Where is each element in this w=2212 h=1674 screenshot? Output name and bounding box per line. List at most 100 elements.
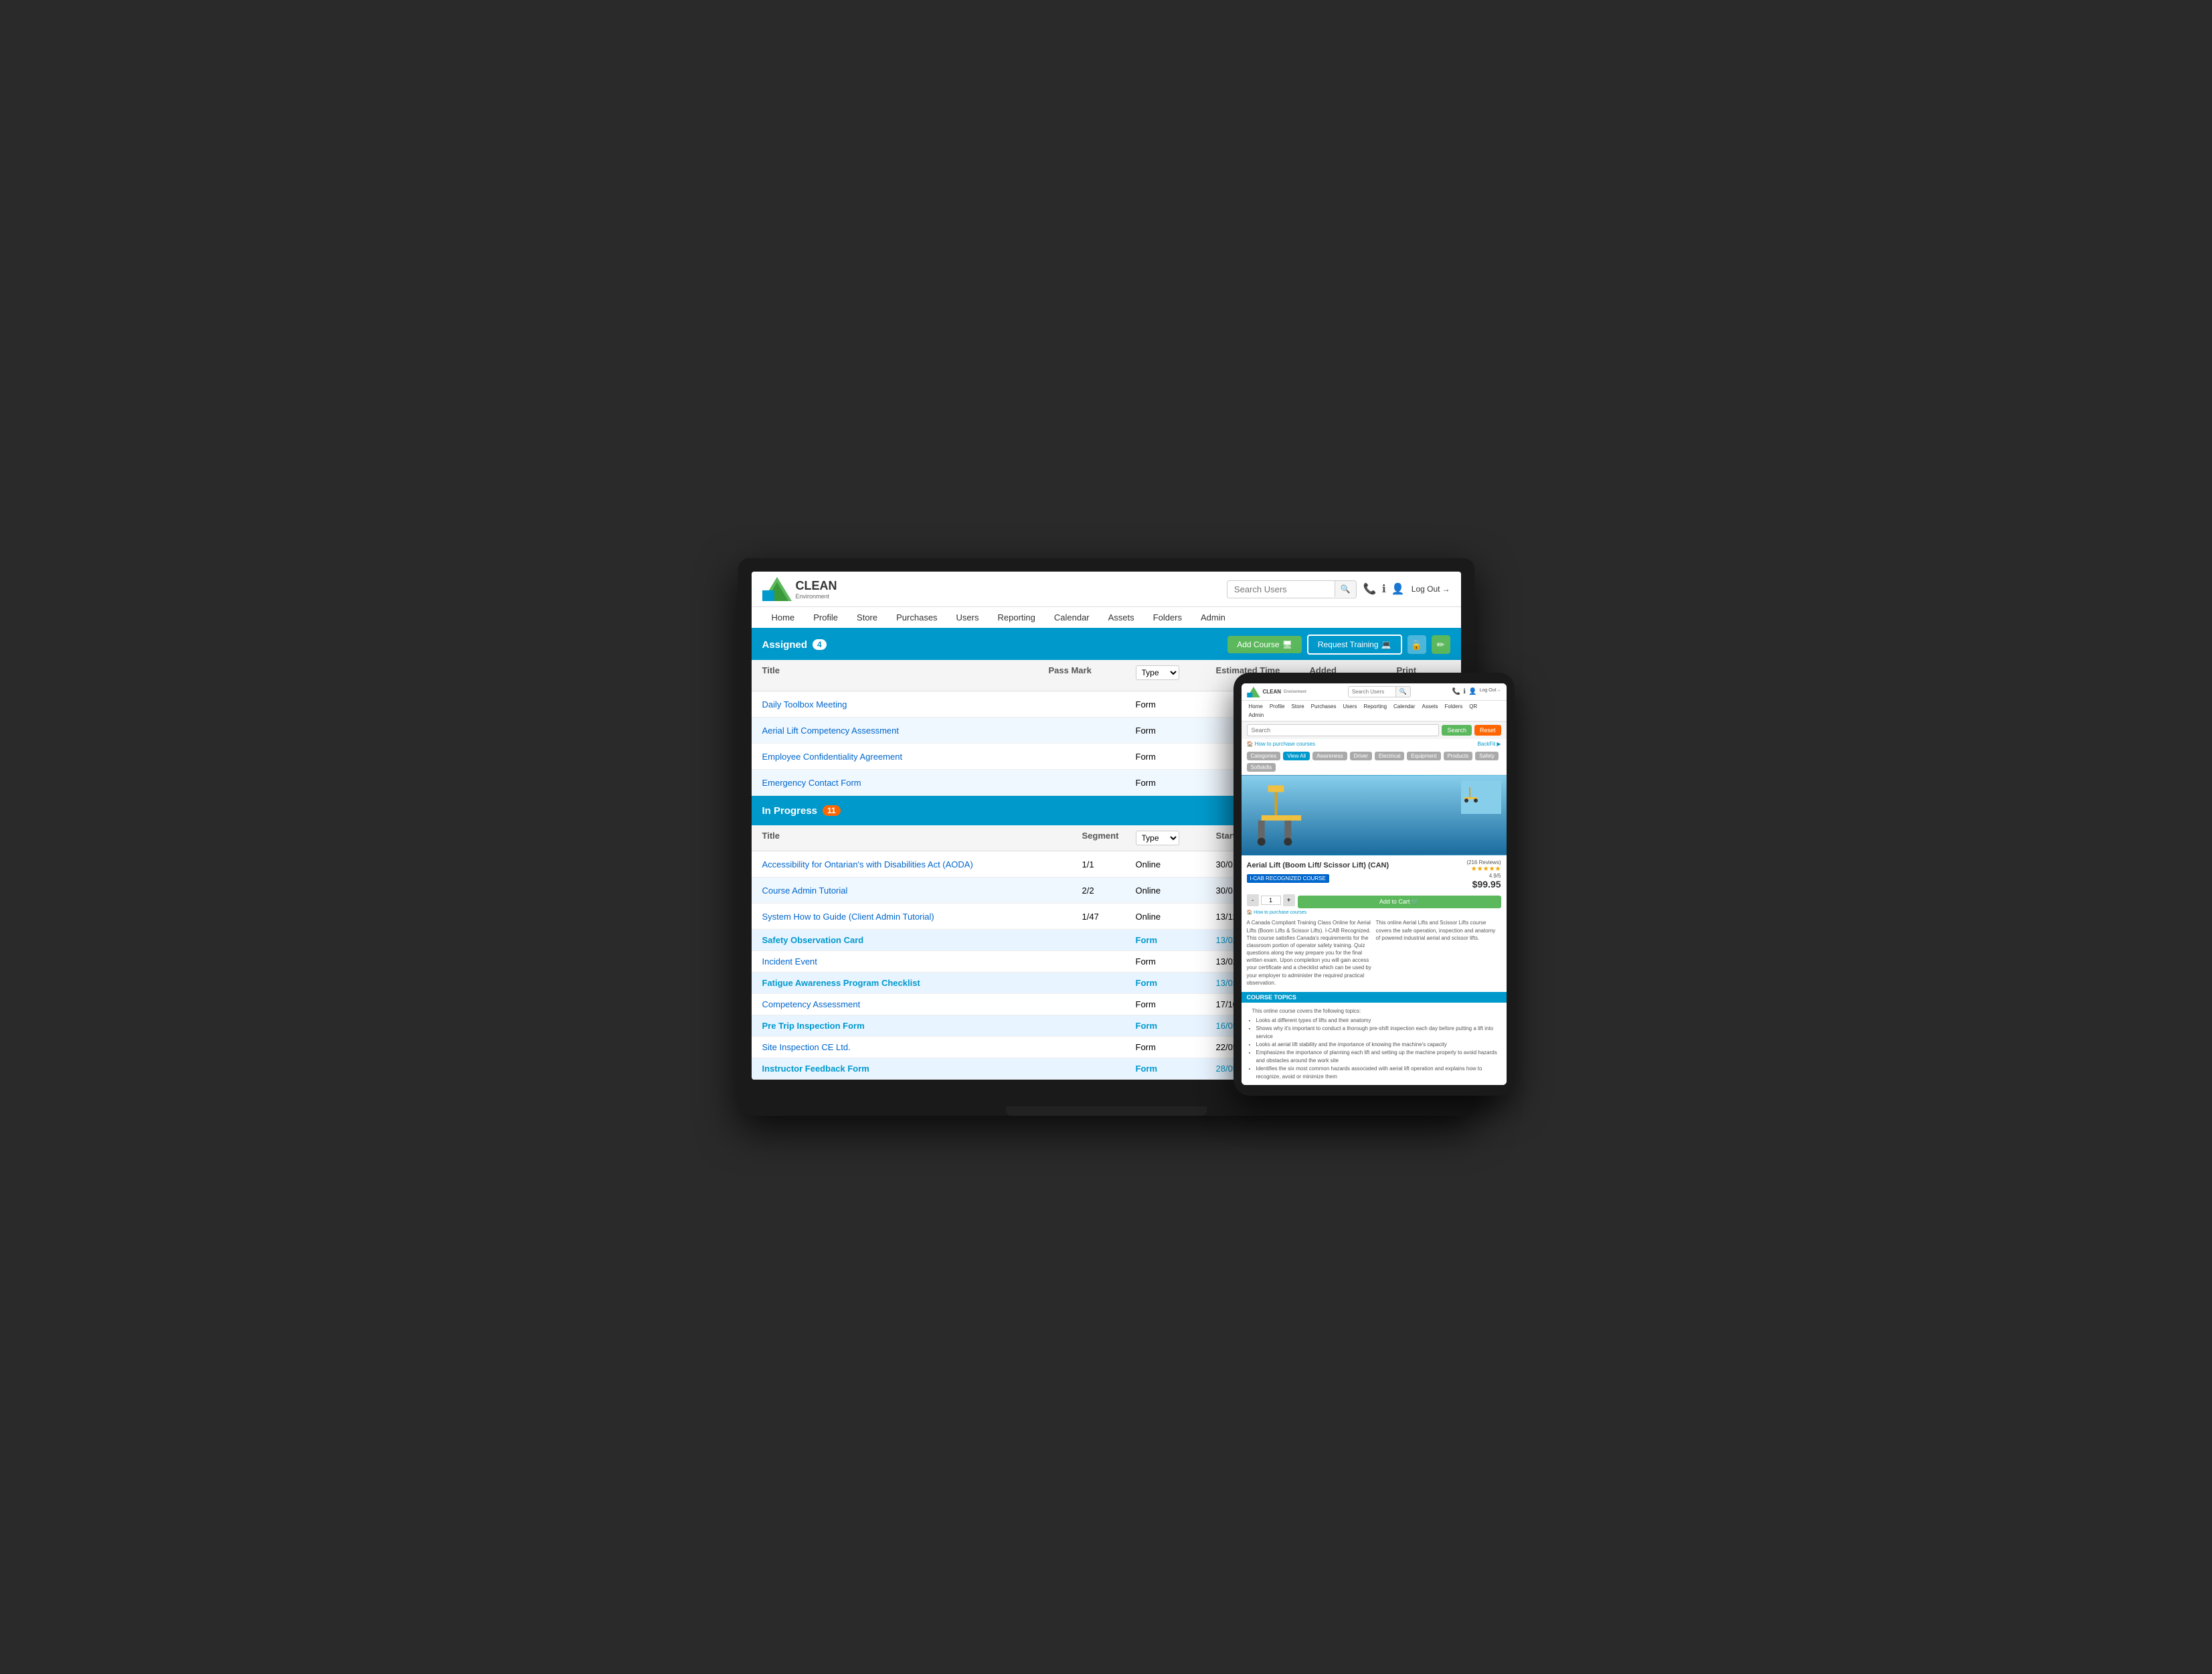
- tablet-product-info: Aerial Lift (Boom Lift/ Scissor Lift) (C…: [1242, 855, 1507, 1085]
- tablet-cat-safety[interactable]: Safety: [1475, 752, 1499, 760]
- row-title-aoda[interactable]: Accessibility for Ontarian's with Disabi…: [762, 859, 1082, 869]
- row-type: Form: [1136, 699, 1216, 709]
- nav-reporting[interactable]: Reporting: [989, 607, 1045, 629]
- tablet-cat-electrical[interactable]: Electrical: [1375, 752, 1404, 760]
- qty-decrease-button[interactable]: -: [1247, 894, 1259, 906]
- nav-users[interactable]: Users: [947, 607, 989, 629]
- tablet-nav-folders[interactable]: Folders: [1442, 702, 1466, 711]
- logo-icon: [762, 577, 792, 601]
- tablet-cat-awareness[interactable]: Awareness: [1312, 752, 1347, 760]
- tablet-nav-profile[interactable]: Profile: [1266, 702, 1288, 711]
- row-title-competency[interactable]: Competency Assessment: [762, 999, 1082, 1009]
- screen-icon: 💻: [1381, 640, 1391, 649]
- tablet-store-search-input[interactable]: [1247, 724, 1440, 736]
- assigned-actions: Add Course 🖥 Request Training 💻 🔒 ✏: [1227, 635, 1450, 655]
- ip-col-title: Title: [762, 831, 1082, 845]
- header-right: 🔍 📞 ℹ 👤 Log Out →: [1227, 580, 1450, 598]
- tablet-nav-reporting[interactable]: Reporting: [1360, 702, 1390, 711]
- tablet-breadcrumb: 🏠 How to purchase courses BackFit ▶: [1242, 739, 1507, 749]
- add-course-button[interactable]: Add Course 🖥: [1227, 636, 1302, 653]
- ip-type-filter[interactable]: TypeFormOnline: [1136, 831, 1179, 845]
- tablet-cat-products[interactable]: Products: [1444, 752, 1473, 760]
- rating-reviews-text: (216 Reviews): [1466, 859, 1501, 865]
- rating-stars: ★★★★★: [1466, 865, 1501, 873]
- product-description-text: A Canada Compliant Training Class Online…: [1247, 919, 1372, 987]
- row-title-daily-toolbox[interactable]: Daily Toolbox Meeting: [762, 699, 1049, 709]
- how-to-purchase-link[interactable]: 🏠 How to purchase courses: [1247, 910, 1501, 915]
- add-to-cart-button[interactable]: Add to Cart 🛒: [1298, 896, 1501, 908]
- tablet-nav-admin[interactable]: Admin: [1246, 711, 1268, 720]
- nav-home[interactable]: Home: [762, 607, 804, 629]
- logo-subtitle: Environment: [796, 593, 837, 600]
- tablet-logo-text: CLEAN: [1263, 689, 1282, 695]
- tablet-cat-softskills[interactable]: Softskills: [1247, 763, 1276, 772]
- nav-purchases[interactable]: Purchases: [887, 607, 946, 629]
- nav-admin[interactable]: Admin: [1191, 607, 1235, 629]
- tablet-cat-viewall[interactable]: View All: [1283, 752, 1310, 760]
- monitor-base: [1006, 1106, 1207, 1116]
- row-title-confidentiality[interactable]: Employee Confidentiality Agreement: [762, 752, 1049, 762]
- nav-assets[interactable]: Assets: [1099, 607, 1144, 629]
- row-type: Form: [1136, 935, 1216, 945]
- thumbnail-svg: [1461, 780, 1501, 814]
- nav-folders[interactable]: Folders: [1144, 607, 1191, 629]
- tablet-nav-qr[interactable]: QR: [1466, 702, 1480, 711]
- search-button[interactable]: 🔍: [1335, 581, 1356, 597]
- assigned-lock-button[interactable]: 🔒: [1408, 635, 1426, 654]
- request-training-button[interactable]: Request Training 💻: [1307, 635, 1402, 655]
- qty-increase-button[interactable]: +: [1283, 894, 1295, 906]
- nav-calendar[interactable]: Calendar: [1045, 607, 1099, 629]
- tablet-cat-categories[interactable]: Categories: [1247, 752, 1281, 760]
- search-input[interactable]: [1227, 581, 1335, 598]
- row-title-aerial-lift[interactable]: Aerial Lift Competency Assessment: [762, 726, 1049, 736]
- quantity-control: - +: [1247, 894, 1295, 906]
- row-title-pretrip[interactable]: Pre Trip Inspection Form: [762, 1021, 1082, 1031]
- monitor-stand: [1039, 1080, 1173, 1106]
- row-title-emergency[interactable]: Emergency Contact Form: [762, 778, 1049, 788]
- tablet-search-input[interactable]: [1349, 687, 1395, 696]
- tablet-store-reset-button[interactable]: Reset: [1474, 725, 1501, 736]
- product-rating-value: 4.9/5: [1466, 873, 1501, 879]
- topic-2: Shows why it's important to conduct a th…: [1256, 1025, 1501, 1041]
- icab-badge: I-CAB RECOGNIZED COURSE: [1247, 874, 1329, 883]
- row-title-system-guide[interactable]: System How to Guide (Client Admin Tutori…: [762, 912, 1082, 922]
- topic-5: Identifies the six most common hazards a…: [1256, 1065, 1501, 1081]
- tablet-screen: CLEAN Environment 🔍 📞 ℹ 👤 Log Out→ Home …: [1242, 683, 1507, 1085]
- row-title-site-inspection[interactable]: Site Inspection CE Ltd.: [762, 1042, 1082, 1052]
- tablet-nav-assets[interactable]: Assets: [1419, 702, 1442, 711]
- row-title-incident[interactable]: Incident Event: [762, 956, 1082, 967]
- qty-input[interactable]: [1261, 896, 1281, 905]
- tablet-search-button[interactable]: 🔍: [1395, 687, 1410, 697]
- tablet-store-search-button[interactable]: Search: [1442, 725, 1472, 736]
- type-filter[interactable]: TypeFormOnline: [1136, 665, 1179, 680]
- logo-text-block: CLEAN Environment: [796, 579, 837, 600]
- phone-icon: 📞: [1363, 582, 1377, 596]
- row-segment: 2/2: [1082, 886, 1136, 896]
- tablet-nav-users[interactable]: Users: [1339, 702, 1360, 711]
- tablet-logout-label[interactable]: Log Out→: [1480, 688, 1501, 695]
- inprogress-badge: 11: [823, 805, 841, 816]
- tablet-nav-calendar[interactable]: Calendar: [1390, 702, 1418, 711]
- tablet-back-btn[interactable]: BackFit ▶: [1477, 741, 1501, 747]
- row-title-instructor-feedback[interactable]: Instructor Feedback Form: [762, 1064, 1082, 1074]
- tablet-cat-equipment[interactable]: Equipment: [1407, 752, 1440, 760]
- logout-button[interactable]: Log Out →: [1412, 584, 1450, 594]
- tablet-user-icon: 👤: [1468, 688, 1476, 695]
- row-title-safety-obs[interactable]: Safety Observation Card: [762, 935, 1082, 945]
- row-type: Form: [1136, 1042, 1216, 1052]
- ip-col-type: TypeFormOnline: [1136, 831, 1216, 845]
- row-title-course-admin[interactable]: Course Admin Tutorial: [762, 886, 1082, 896]
- nav-store[interactable]: Store: [847, 607, 887, 629]
- tablet-nav-store[interactable]: Store: [1288, 702, 1308, 711]
- nav-profile[interactable]: Profile: [804, 607, 847, 629]
- course-topics-list: Looks at different types of lifts and th…: [1247, 1017, 1501, 1081]
- row-type: Form: [1136, 956, 1216, 967]
- inprogress-title: In Progress 11: [762, 805, 841, 817]
- tablet-search-box: 🔍: [1348, 686, 1411, 697]
- tablet-cat-driver[interactable]: Driver: [1350, 752, 1372, 760]
- row-title-fatigue[interactable]: Fatigue Awareness Program Checklist: [762, 978, 1082, 988]
- tablet-nav-purchases[interactable]: Purchases: [1308, 702, 1340, 711]
- col-passmark: Pass Mark: [1049, 665, 1136, 685]
- tablet-nav-home[interactable]: Home: [1246, 702, 1266, 711]
- assigned-edit-button[interactable]: ✏: [1432, 635, 1450, 654]
